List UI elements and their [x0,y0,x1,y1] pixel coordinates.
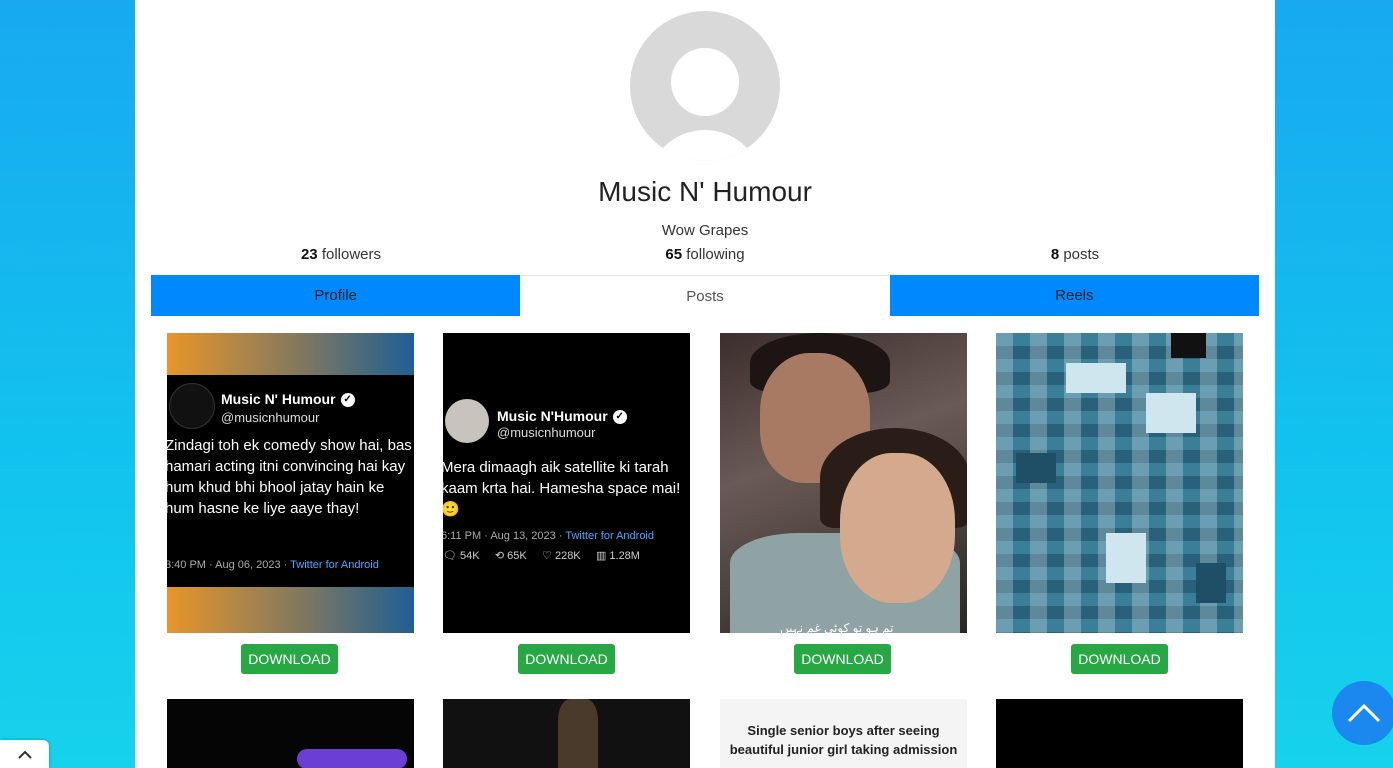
tweet-handle: @musicnhumour [497,425,596,440]
post-caption: beautiful junior girl taking admission [729,742,958,757]
download-button[interactable]: DOWNLOAD [241,644,338,674]
post-caption: تم ہو تو کوئی غم نہیں [780,621,894,633]
download-button[interactable]: DOWNLOAD [518,644,615,674]
scroll-to-top-button[interactable] [1332,681,1393,745]
chevron-up-icon [17,750,32,759]
profile-panel: Music N' Humour Wow Grapes 23 followers … [135,0,1275,768]
avatar [630,11,780,161]
post-card[interactable]: Music N'Humour ✓ @musicnhumour Mera dimaa… [443,333,690,633]
following-label: following [686,246,745,263]
tweet-avatar [445,399,489,443]
followers-count: 23 [300,246,318,263]
tweet-stats: 🗨 54K ⟲ 65K ♡ 228K ▥ 1.28M [443,550,640,562]
posts-stat: 8 posts [885,246,1265,263]
post-card[interactable] [167,699,414,768]
profile-bio: Wow Grapes [661,222,749,239]
download-button[interactable]: DOWNLOAD [794,644,891,674]
tweet-author: Music N' Humour ✓ [221,391,355,408]
post-card[interactable]: Music N' Humour ✓ @musicnhumour Zindagi t… [167,333,414,633]
post-card[interactable] [443,699,690,768]
tab-posts[interactable]: Posts [520,275,890,316]
tweet-avatar [169,383,215,429]
post-card[interactable] [996,333,1243,633]
posts-count: 8 [1050,246,1060,263]
post-card[interactable]: تم ہو تو کوئی غم نہیں [720,333,967,633]
tab-reels[interactable]: Reels [889,275,1259,316]
followers-stat: 23 followers [151,246,531,263]
followers-label: followers [321,246,382,263]
verified-badge-icon: ✓ [612,410,627,425]
verified-badge-icon: ✓ [340,393,355,408]
post-card[interactable] [996,699,1243,768]
collapse-tab[interactable] [0,740,49,768]
following-stat: 65 following [515,246,895,263]
tweet-meta: 3:40 PM · Aug 06, 2023 · Twitter for And… [167,559,379,571]
tweet-handle: @musicnhumour [221,410,320,425]
download-button[interactable]: DOWNLOAD [1071,644,1168,674]
tweet-author: Music N'Humour ✓ [497,408,627,425]
chevron-up-icon [1347,703,1381,723]
profile-name: Music N' Humour [598,176,812,207]
profile-tabs: Profile Posts Reels [151,275,1259,316]
following-count: 65 [665,246,683,263]
post-caption: Single senior boys after seeing [747,723,940,738]
tweet-meta: 6:11 PM · Aug 13, 2023 · Twitter for And… [443,530,654,542]
posts-label: posts [1063,246,1100,263]
tweet-text: Mera dimaagh aik satellite ki tarah kaam… [443,459,681,518]
post-card[interactable]: Single senior boys after seeing beautifu… [720,699,967,768]
tab-profile[interactable]: Profile [151,275,521,316]
tweet-text: Zindagi toh ek comedy show hai, bas hama… [167,437,412,517]
